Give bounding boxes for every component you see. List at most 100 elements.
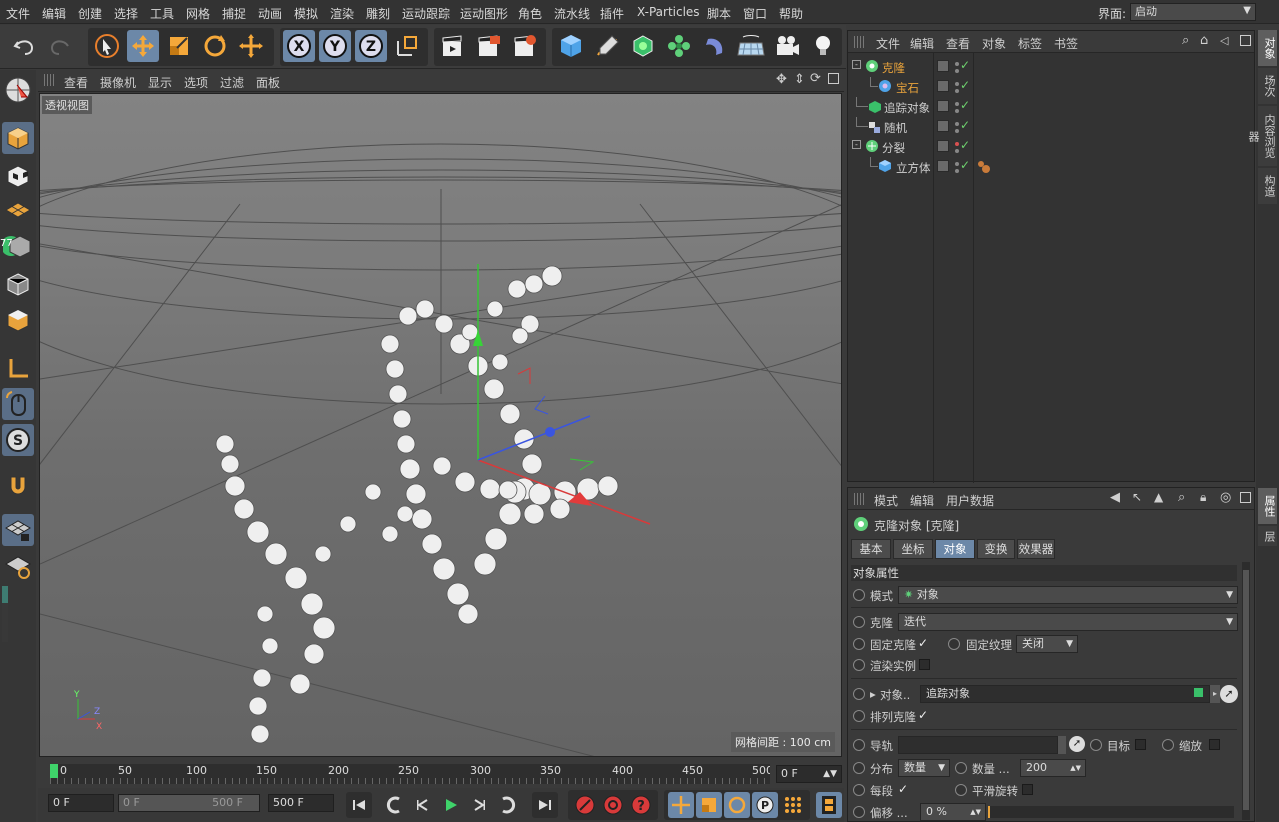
timeline-window-button[interactable]: [816, 792, 842, 818]
menu-window[interactable]: 窗口: [743, 5, 767, 22]
render-view-button[interactable]: [437, 30, 469, 62]
target-checkbox[interactable]: [1135, 739, 1146, 750]
layer-swatch[interactable]: [937, 100, 949, 112]
new-window-icon[interactable]: [1240, 35, 1251, 46]
pick-object-icon[interactable]: ➚: [1220, 685, 1238, 703]
menu-edit[interactable]: 编辑: [42, 5, 66, 22]
render-settings-button[interactable]: [509, 30, 541, 62]
om-menu-tags[interactable]: 标签: [1018, 35, 1042, 52]
tab-transform[interactable]: 变换: [977, 539, 1015, 559]
deformer-button[interactable]: [699, 30, 731, 62]
viewport-menu-cameras[interactable]: 摄像机: [100, 74, 136, 91]
tab-takes-vertical[interactable]: 场次: [1258, 68, 1277, 104]
enabled-check-icon[interactable]: ✓: [960, 98, 970, 112]
count-field[interactable]: 200 ▲▼: [1020, 759, 1086, 777]
menu-animate[interactable]: 动画: [258, 5, 282, 22]
start-frame-field[interactable]: 0 F: [48, 794, 114, 812]
menu-snap[interactable]: 捕捉: [222, 5, 246, 22]
undo-button[interactable]: [8, 30, 40, 62]
arrow-up-left-icon[interactable]: ↖: [1132, 490, 1142, 504]
layer-swatch[interactable]: [937, 80, 949, 92]
menu-help[interactable]: 帮助: [779, 5, 803, 22]
animate-radio[interactable]: [1090, 739, 1102, 751]
menu-mesh[interactable]: 网格: [186, 5, 210, 22]
workplane-align-button[interactable]: [2, 550, 34, 582]
previous-frame-button[interactable]: [410, 792, 436, 818]
distribution-dropdown[interactable]: 数量 ▼: [898, 759, 950, 777]
animate-radio[interactable]: [853, 688, 865, 700]
solo-button[interactable]: S: [2, 424, 34, 456]
fix-texture-dropdown[interactable]: 关闭 ▼: [1016, 635, 1078, 653]
clone-dropdown[interactable]: 迭代 ▼: [898, 613, 1238, 631]
mograph-cloner-button[interactable]: [663, 30, 695, 62]
go-to-start-button[interactable]: [346, 792, 372, 818]
home-icon[interactable]: ⌂: [1200, 33, 1208, 48]
offset-field[interactable]: 0 % ▲▼: [920, 803, 986, 821]
rotate-tool-button[interactable]: [199, 30, 231, 62]
current-frame-field[interactable]: 0 F ▲▼: [776, 765, 842, 783]
offset-slider-handle[interactable]: [988, 806, 990, 818]
menu-sculpt[interactable]: 雕刻: [366, 5, 390, 22]
animate-radio[interactable]: [853, 739, 865, 751]
floor-button[interactable]: [735, 30, 767, 62]
menu-x-particles[interactable]: X-Particles: [637, 5, 700, 19]
snap-button[interactable]: [2, 470, 34, 502]
object-row-random[interactable]: 随机 ✓: [848, 117, 1254, 137]
om-menu-view[interactable]: 查看: [946, 35, 970, 52]
arrow-left-icon[interactable]: ◀: [1110, 490, 1120, 505]
object-row-cube[interactable]: 立方体 ✓: [848, 157, 1254, 177]
keyframe-selection-button[interactable]: ?: [628, 792, 654, 818]
menu-select[interactable]: 选择: [114, 5, 138, 22]
z-axis-button[interactable]: Z: [355, 30, 387, 62]
camera-button[interactable]: [771, 30, 803, 62]
tab-objects-vertical[interactable]: 对象: [1258, 30, 1277, 66]
rail-menu-icon[interactable]: [1058, 736, 1066, 754]
per-segment-checkbox[interactable]: ✓: [898, 782, 908, 796]
material-tag-icon[interactable]: [976, 159, 992, 175]
scale-checkbox[interactable]: [1209, 739, 1220, 750]
back-icon[interactable]: ◁: [1220, 34, 1228, 47]
animate-radio[interactable]: [955, 762, 967, 774]
animate-radio[interactable]: [1162, 739, 1174, 751]
layer-swatch[interactable]: [937, 160, 949, 172]
polygons-mode-button[interactable]: [2, 304, 34, 336]
viewport-menu-view[interactable]: 查看: [64, 74, 88, 91]
enabled-check-icon[interactable]: ✓: [960, 118, 970, 132]
redo-button[interactable]: [44, 30, 76, 62]
attr-menu-mode[interactable]: 模式: [874, 492, 898, 509]
end-frame-field[interactable]: 500 F: [268, 794, 334, 812]
select-tool-button[interactable]: [91, 30, 123, 62]
layer-swatch[interactable]: [937, 60, 949, 72]
animate-radio[interactable]: [853, 659, 865, 671]
menu-plugins[interactable]: 插件: [600, 5, 624, 22]
om-menu-bookmarks[interactable]: 书签: [1054, 35, 1078, 52]
fix-clone-checkbox[interactable]: ✓: [918, 636, 928, 650]
animate-radio[interactable]: [853, 616, 865, 628]
next-frame-button[interactable]: [466, 792, 492, 818]
timeline[interactable]: 0 50 100 150 200 250 300 350 400 450 500…: [38, 758, 844, 788]
search-icon[interactable]: ⌕: [1182, 33, 1189, 48]
layer-swatch[interactable]: [937, 140, 949, 152]
enabled-check-icon[interactable]: ✓: [960, 78, 970, 92]
new-window-icon[interactable]: [1240, 492, 1251, 503]
tab-object[interactable]: 对象: [935, 539, 975, 559]
tab-structure-vertical[interactable]: 构造: [1258, 168, 1277, 204]
collapse-icon[interactable]: -: [852, 60, 861, 69]
go-to-end-button[interactable]: [532, 792, 558, 818]
tab-layers-vertical[interactable]: 层: [1258, 526, 1277, 546]
menu-mograph[interactable]: 运动图形: [460, 5, 508, 22]
nurbs-button[interactable]: [627, 30, 659, 62]
cube-button[interactable]: [555, 30, 587, 62]
target-icon[interactable]: ◎: [1220, 490, 1231, 505]
drag-handle-icon[interactable]: [854, 36, 864, 48]
expand-arrow-icon[interactable]: ▸: [870, 687, 876, 701]
collapse-icon[interactable]: -: [852, 140, 861, 149]
previous-key-button[interactable]: [382, 792, 408, 818]
menu-motion-tracking[interactable]: 运动跟踪: [402, 5, 450, 22]
om-menu-edit[interactable]: 编辑: [910, 35, 934, 52]
playhead[interactable]: [50, 764, 58, 778]
object-row-tracer[interactable]: 追踪对象 ✓: [848, 97, 1254, 117]
animate-radio[interactable]: [955, 784, 967, 796]
arrow-up-icon[interactable]: ▲: [1154, 490, 1163, 504]
drag-handle-icon[interactable]: [854, 493, 864, 505]
